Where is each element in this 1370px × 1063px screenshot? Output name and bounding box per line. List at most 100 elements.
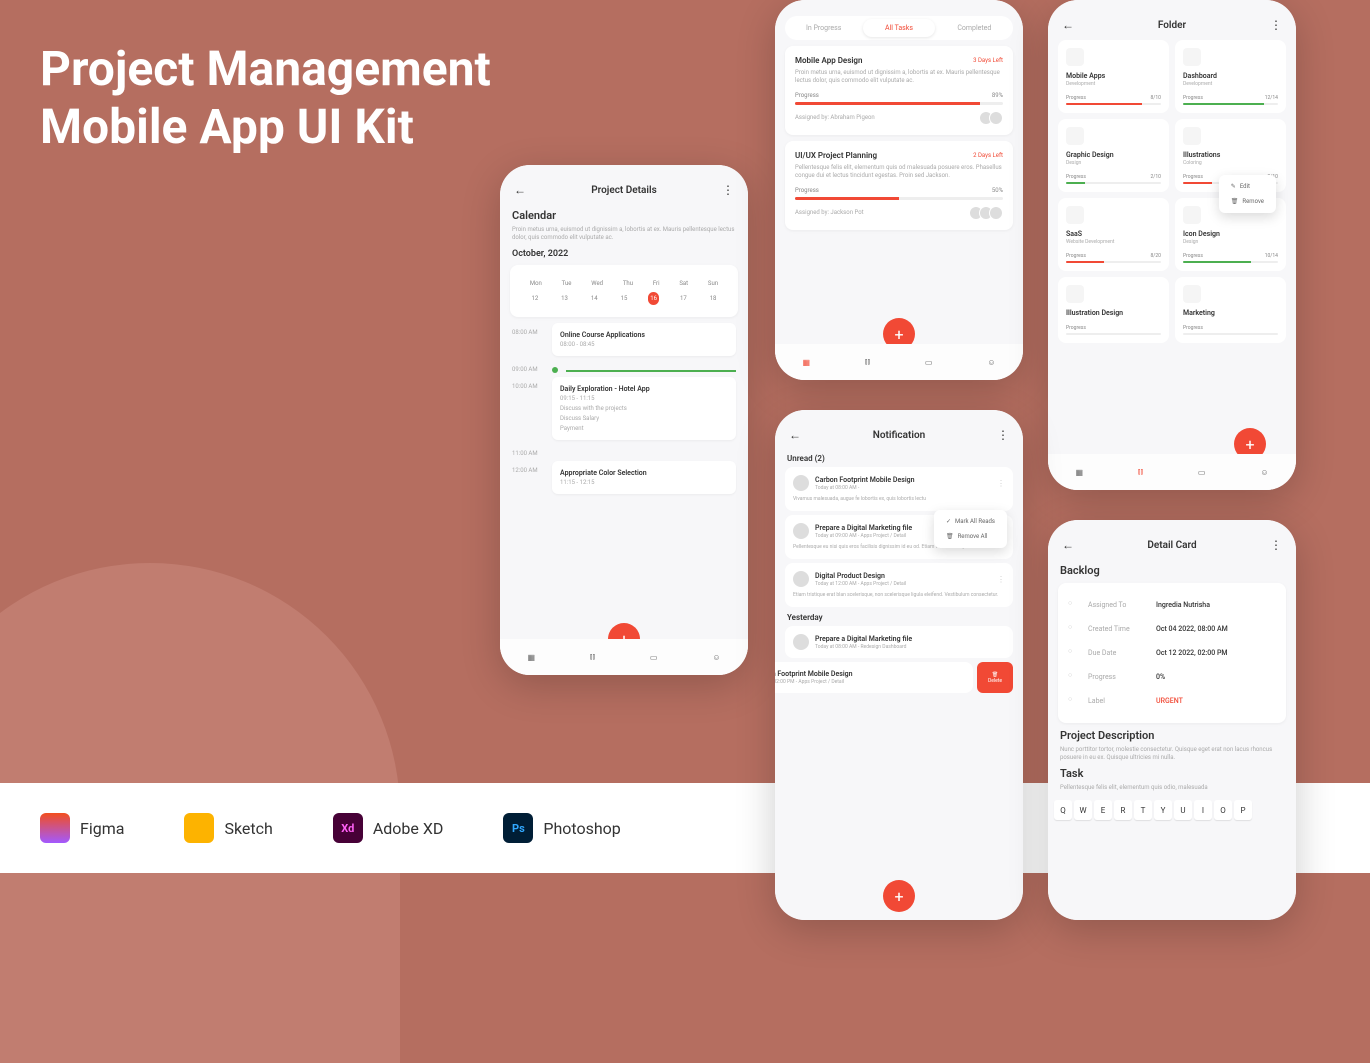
xd-icon: Xd bbox=[333, 813, 363, 843]
more-icon[interactable]: ⋮ bbox=[1270, 538, 1282, 552]
task-card[interactable]: Mobile App Design3 Days Left Proin metus… bbox=[785, 46, 1013, 135]
avatars bbox=[983, 111, 1003, 125]
folder-card[interactable]: Mobile AppsDevelopmentProgress8/10 bbox=[1058, 40, 1169, 113]
more-icon[interactable]: ⋮ bbox=[997, 428, 1009, 442]
menu-edit[interactable]: ✎Edit bbox=[1223, 179, 1272, 194]
back-icon[interactable]: ← bbox=[789, 428, 801, 442]
detail-row: ○Created TimeOct 04 2022, 08:00 AM bbox=[1068, 617, 1276, 641]
folder-card[interactable]: Graphic DesignDesignProgress2/10 bbox=[1058, 119, 1169, 192]
avatar bbox=[793, 571, 809, 587]
progress-fill bbox=[795, 102, 980, 105]
section-title: Backlog bbox=[1060, 564, 1284, 577]
desc-text: Nunc porttitor tortor, molestie consecte… bbox=[1060, 746, 1284, 763]
key[interactable]: P bbox=[1234, 800, 1252, 820]
folder-icon bbox=[1183, 127, 1201, 145]
task-card[interactable]: UI/UX Project Planning2 Days Left Pellen… bbox=[785, 141, 1013, 230]
day-names: MonTueWedThuFriSatSun bbox=[520, 277, 728, 290]
fab-add[interactable]: + bbox=[883, 880, 915, 912]
key[interactable]: Q bbox=[1054, 800, 1072, 820]
dates-row: 12131415161718 bbox=[520, 292, 728, 305]
context-menu: ✓Mark All Reads 🗑Remove All bbox=[934, 510, 1007, 548]
key[interactable]: W bbox=[1074, 800, 1092, 820]
check-icon: ✓ bbox=[946, 518, 951, 525]
task-title: Task bbox=[1060, 767, 1284, 780]
trash-icon: 🗑 bbox=[946, 533, 954, 540]
nav-doc-icon[interactable]: ▭ bbox=[925, 358, 933, 367]
nav-user-icon[interactable]: ☺ bbox=[712, 653, 720, 662]
menu-removeall[interactable]: 🗑Remove All bbox=[938, 529, 1003, 544]
bottom-nav: ▦ ⫾⫾ ▭ ☺ bbox=[500, 639, 748, 675]
phone-folders: ←Folder⋮ Mobile AppsDevelopmentProgress8… bbox=[1048, 0, 1296, 490]
app-ps: PsPhotoshop bbox=[503, 813, 620, 843]
key[interactable]: U bbox=[1174, 800, 1192, 820]
nav-grid-icon[interactable]: ▦ bbox=[802, 358, 810, 367]
notif-item[interactable]: Carbon Footprint Mobile DesignToday at 0… bbox=[785, 467, 1013, 511]
desc-title: Project Description bbox=[1060, 729, 1284, 742]
event-card[interactable]: Online Course Applications08:00 - 08:45 bbox=[552, 323, 736, 356]
section-title: Calendar bbox=[512, 209, 736, 222]
key[interactable]: O bbox=[1214, 800, 1232, 820]
nav-stats-icon[interactable]: ⫾⫾ bbox=[590, 652, 595, 662]
detail-row: ○Due DateOct 12 2022, 02:00 PM bbox=[1068, 641, 1276, 665]
key[interactable]: T bbox=[1134, 800, 1152, 820]
more-icon[interactable]: ⋮ bbox=[997, 575, 1005, 584]
nav-doc-icon[interactable]: ▭ bbox=[1198, 468, 1206, 477]
task-desc: Pellentesque felis elit, elementum quis … bbox=[1060, 784, 1284, 792]
folder-icon bbox=[1066, 127, 1084, 145]
notif-swipe[interactable]: Carbon Footprint Mobile Design Today at … bbox=[775, 662, 973, 693]
folder-card[interactable]: Illustration DesignProgress bbox=[1058, 277, 1169, 343]
key[interactable]: I bbox=[1194, 800, 1212, 820]
folder-icon bbox=[1183, 285, 1201, 303]
folder-icon bbox=[1066, 48, 1084, 66]
tab-completed[interactable]: Completed bbox=[939, 19, 1010, 37]
page-title: Detail Card bbox=[1147, 540, 1196, 551]
key[interactable]: R bbox=[1114, 800, 1132, 820]
back-icon[interactable]: ← bbox=[1062, 538, 1074, 552]
nav-grid-icon[interactable]: ▦ bbox=[527, 653, 535, 662]
title-line1: Project Management bbox=[40, 40, 491, 98]
page-title: Notification bbox=[873, 430, 925, 441]
back-icon[interactable]: ← bbox=[514, 183, 526, 197]
tab-progress[interactable]: In Progress bbox=[788, 19, 859, 37]
folder-card[interactable]: MarketingProgress bbox=[1175, 277, 1286, 343]
nav-doc-icon[interactable]: ▭ bbox=[650, 653, 658, 662]
delete-button[interactable]: 🗑Delete bbox=[977, 662, 1013, 693]
folder-card[interactable]: DashboardDevelopmentProgress12/14 bbox=[1175, 40, 1286, 113]
notif-item[interactable]: Prepare a Digital Marketing fileToday at… bbox=[785, 626, 1013, 658]
folder-card[interactable]: SaaSWebsite DevelopmentProgress8/20 bbox=[1058, 198, 1169, 271]
more-icon[interactable]: ⋮ bbox=[1270, 18, 1282, 32]
sketch-icon bbox=[184, 813, 214, 843]
detail-row: ○Progress0% bbox=[1068, 665, 1276, 689]
app-figma: Figma bbox=[40, 813, 124, 843]
yesterday-label: Yesterday bbox=[787, 613, 1011, 622]
detail-row: ○Assigned ToIngredia Nutrisha bbox=[1068, 593, 1276, 617]
key[interactable]: Y bbox=[1154, 800, 1172, 820]
nav-grid-icon[interactable]: ▦ bbox=[1075, 468, 1083, 477]
nav-stats-icon[interactable]: ⫾⫾ bbox=[1138, 467, 1143, 477]
phone-detail: ← Detail Card ⋮ Backlog ○Assigned ToIngred… bbox=[1048, 520, 1296, 920]
menu-remove[interactable]: 🗑Remove bbox=[1223, 194, 1272, 209]
key[interactable]: E bbox=[1094, 800, 1112, 820]
now-dot bbox=[552, 367, 558, 373]
nav-user-icon[interactable]: ☺ bbox=[987, 358, 995, 367]
menu-markall[interactable]: ✓Mark All Reads bbox=[938, 514, 1003, 529]
title-line2: Mobile App UI Kit bbox=[40, 98, 491, 156]
ps-icon: Ps bbox=[503, 813, 533, 843]
avatar bbox=[793, 523, 809, 539]
app-sketch: Sketch bbox=[184, 813, 272, 843]
phone-notifications: ←Notification⋮ Unread (2) Carbon Footpri… bbox=[775, 410, 1023, 920]
nav-user-icon[interactable]: ☺ bbox=[1260, 468, 1268, 477]
notif-item[interactable]: Digital Product DesignToday at 12:00 AM … bbox=[785, 563, 1013, 607]
more-icon[interactable]: ⋮ bbox=[722, 183, 734, 197]
tab-all[interactable]: All Tasks bbox=[863, 19, 934, 37]
figma-icon bbox=[40, 813, 70, 843]
more-icon[interactable]: ⋮ bbox=[997, 479, 1005, 488]
event-card[interactable]: Appropriate Color Selection11:15 - 12:15 bbox=[552, 461, 736, 494]
now-line bbox=[566, 370, 736, 372]
event-card[interactable]: Daily Exploration - Hotel App09:15 - 11:… bbox=[552, 377, 736, 440]
back-icon[interactable]: ← bbox=[1062, 18, 1074, 32]
nav-stats-icon[interactable]: ⫾⫾ bbox=[865, 357, 870, 367]
section-desc: Proin metus urna, euismod ut dignissim a… bbox=[512, 226, 736, 243]
context-menu: ✎Edit 🗑Remove bbox=[1219, 175, 1276, 213]
active-date[interactable]: 16 bbox=[648, 292, 659, 305]
